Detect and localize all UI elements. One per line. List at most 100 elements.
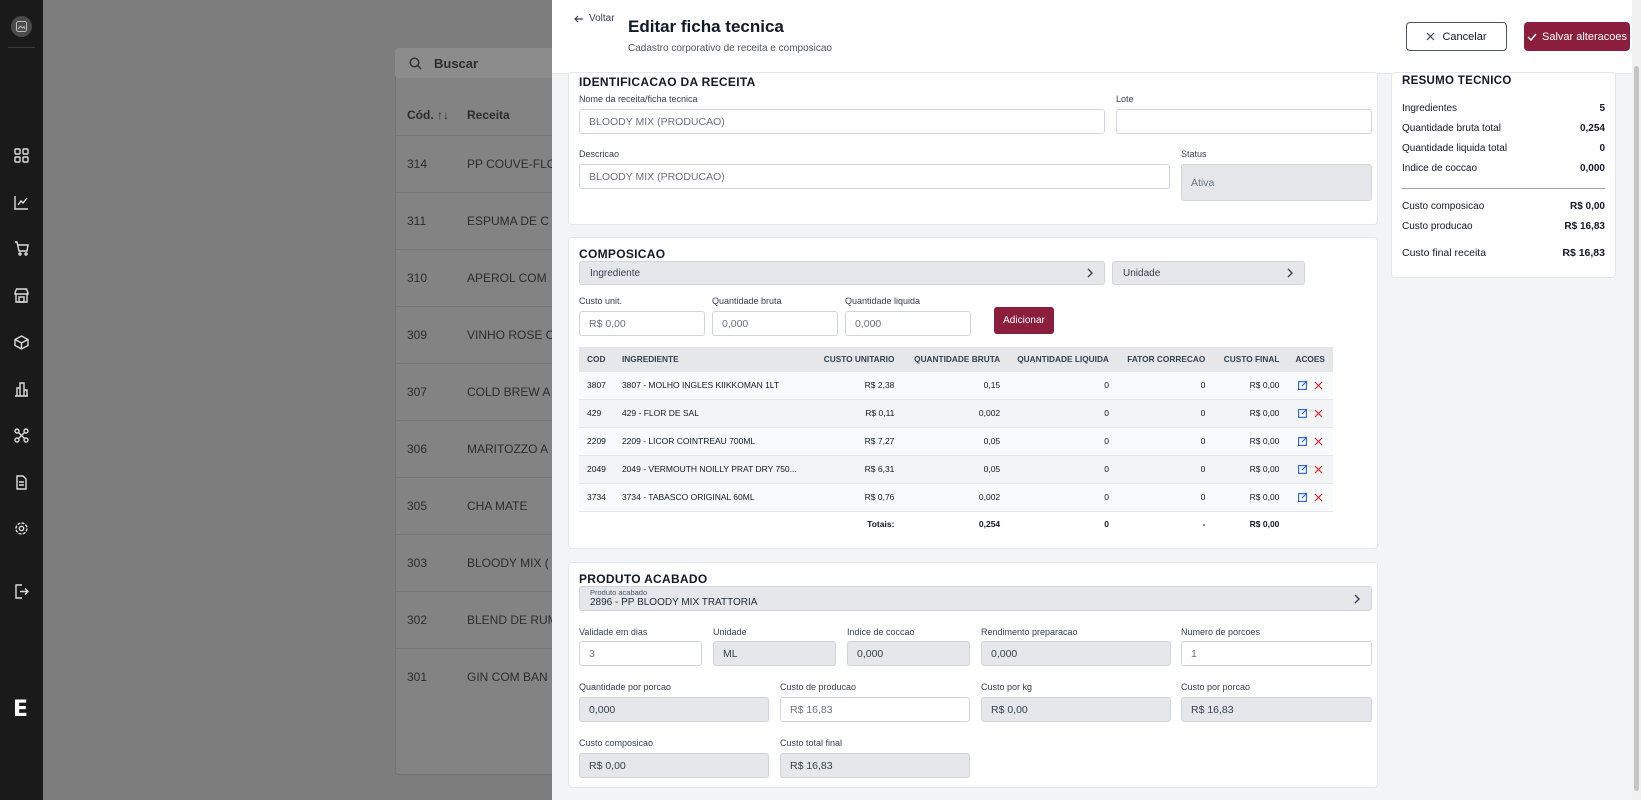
row-code: 310 xyxy=(407,271,428,285)
finished-product-select[interactable]: Produto acabado 2896 - PP BLOODY MIX TRA… xyxy=(579,586,1372,611)
row-name: GIN COM BAN xyxy=(467,670,548,684)
background-list-row[interactable]: 303 BLOODY MIX ( xyxy=(395,534,565,591)
background-search[interactable]: Buscar xyxy=(395,48,565,78)
cpp-field[interactable]: R$ 16,83 xyxy=(1181,697,1372,722)
search-placeholder: Buscar xyxy=(434,55,479,71)
totals-qb: 0,254 xyxy=(902,510,1009,537)
edit-icon[interactable] xyxy=(1297,408,1308,418)
background-list-row[interactable]: 310 APEROL COM xyxy=(395,249,565,306)
row-name: APEROL COM xyxy=(467,271,547,285)
edit-icon[interactable] xyxy=(1297,492,1308,502)
cell-ql: 0 xyxy=(1008,426,1117,455)
summary-value: 0,000 xyxy=(1579,163,1605,174)
store-icon[interactable] xyxy=(12,286,31,305)
building-icon[interactable] xyxy=(12,380,31,399)
background-list-row[interactable]: 307 COLD BREW A xyxy=(395,363,565,420)
edit-drawer: Voltar Editar ficha tecnica Cadastro cor… xyxy=(552,0,1641,800)
row-name: COLD BREW A xyxy=(467,385,551,399)
delete-icon[interactable] xyxy=(1314,409,1323,418)
cell-ingrediente: 2209 - LICOR COINTREAU 700ML xyxy=(613,426,816,455)
close-icon xyxy=(1427,32,1435,41)
gross-quantity-input[interactable]: 0,000 xyxy=(712,311,838,336)
ccomp-field[interactable]: R$ 0,00 xyxy=(579,753,769,778)
summary-divider xyxy=(1402,188,1605,189)
resumo-title: RESUMO TECNICO xyxy=(1402,75,1512,87)
ckg-field[interactable]: R$ 0,00 xyxy=(981,697,1171,722)
cell-ingrediente: 3807 - MOLHO INGLES KIIKKOMAN 1LT xyxy=(613,370,816,399)
image-icon[interactable] xyxy=(11,16,32,37)
cell-fator: 0 xyxy=(1116,370,1214,399)
totals-fator: - xyxy=(1116,510,1214,537)
qpp-field[interactable]: 0,000 xyxy=(579,697,769,722)
unit-cost-input[interactable]: R$ 0,00 xyxy=(579,311,705,336)
col-code[interactable]: Cód. ↑↓ xyxy=(395,108,467,122)
dashboard-icon[interactable] xyxy=(12,146,31,165)
unit-select[interactable]: Unidade xyxy=(1112,261,1305,285)
summary-value: 0 xyxy=(1599,143,1605,154)
ccomp-label: Custo composicao xyxy=(579,738,654,748)
th-cod: COD xyxy=(579,347,614,371)
background-list-row[interactable]: 309 VINHO ROSE C xyxy=(395,306,565,363)
background-list-row[interactable]: 306 MARITOZZO A xyxy=(395,420,565,477)
ctot-field[interactable]: R$ 16,83 xyxy=(780,753,970,778)
cancel-label: Cancelar xyxy=(1442,30,1487,43)
table-row: 2049 2049 - VERMOUTH NOILLY PRAT DRY 750.… xyxy=(579,454,1333,483)
row-name: BLOODY MIX ( xyxy=(467,556,549,570)
delete-icon[interactable] xyxy=(1314,493,1323,502)
rendimento-field[interactable]: 0,000 xyxy=(981,641,1171,666)
custo-label: Custo unit. xyxy=(579,296,623,306)
delete-icon[interactable] xyxy=(1314,381,1323,390)
cancel-button[interactable]: Cancelar xyxy=(1406,22,1507,51)
cart-icon[interactable] xyxy=(12,239,31,258)
cpp-label: Custo por porcao xyxy=(1181,682,1251,692)
logout-icon[interactable] xyxy=(12,582,31,601)
add-button[interactable]: Adicionar xyxy=(994,307,1054,334)
save-button[interactable]: Salvar alteracoes xyxy=(1524,22,1630,51)
edit-icon[interactable] xyxy=(1297,380,1308,390)
document-icon[interactable] xyxy=(12,473,31,492)
cprod-input[interactable]: R$ 16,83 xyxy=(780,697,970,722)
status-field[interactable]: Ativa xyxy=(1181,164,1372,201)
summary-label: Custo composicao xyxy=(1402,201,1485,212)
delete-icon[interactable] xyxy=(1314,437,1323,446)
ctot-label: Custo total final xyxy=(780,738,843,748)
summary-row: Ingredientes 5 xyxy=(1402,103,1605,114)
validade-input[interactable]: 3 xyxy=(579,641,702,666)
ingredient-select[interactable]: Ingrediente xyxy=(579,261,1105,285)
background-list-row[interactable]: 302 BLEND DE RUM xyxy=(395,591,565,648)
rendimento-label: Rendimento preparacao xyxy=(981,627,1078,637)
cell-cod: 2209 xyxy=(579,426,614,455)
background-list-row[interactable]: 305 CHA MATE xyxy=(395,477,565,534)
row-name: MARITOZZO A xyxy=(467,442,549,456)
background-list-row[interactable]: 301 GIN COM BAN xyxy=(395,648,565,705)
recipe-name-input[interactable]: BLOODY MIX (PRODUCAO) xyxy=(579,109,1105,134)
edit-icon[interactable] xyxy=(1297,436,1308,446)
cell-ingrediente: 2049 - VERMOUTH NOILLY PRAT DRY 750... xyxy=(613,454,816,483)
description-input[interactable]: BLOODY MIX (PRODUCAO) xyxy=(579,164,1170,189)
cell-qb: 0,002 xyxy=(902,398,1009,427)
delete-icon[interactable] xyxy=(1314,465,1323,474)
porcoes-input[interactable]: 1 xyxy=(1181,641,1372,666)
integration-icon[interactable] xyxy=(12,426,31,445)
box-icon[interactable] xyxy=(12,333,31,352)
background-list-row[interactable]: 311 ESPUMA DE C xyxy=(395,192,565,249)
unidade-field[interactable]: ML xyxy=(713,641,836,666)
scrollbar-thumb[interactable] xyxy=(1634,66,1639,791)
cell-custo: R$ 0,11 xyxy=(815,398,903,427)
edit-icon[interactable] xyxy=(1297,464,1308,474)
qb-label: Quantidade bruta xyxy=(712,296,782,306)
scrollbar[interactable] xyxy=(1632,0,1641,800)
lote-input[interactable] xyxy=(1116,109,1372,134)
coccao-field[interactable]: 0,000 xyxy=(847,641,970,666)
cell-final: R$ 0,00 xyxy=(1213,454,1288,483)
back-link[interactable]: Voltar xyxy=(574,13,615,24)
row-name: PP COUVE-FLO xyxy=(467,157,557,171)
th-custo: CUSTO UNITARIO xyxy=(815,347,903,371)
identificacao-card: IDENTIFICACAO DA RECEITA Nome da receita… xyxy=(568,72,1378,225)
net-quantity-input[interactable]: 0,000 xyxy=(845,311,971,336)
cell-fator: 0 xyxy=(1116,426,1214,455)
gear-icon[interactable] xyxy=(12,519,31,538)
background-list-row[interactable]: 314 PP COUVE-FLO xyxy=(395,135,565,192)
chart-icon[interactable] xyxy=(12,193,31,212)
cell-ql: 0 xyxy=(1008,398,1117,427)
